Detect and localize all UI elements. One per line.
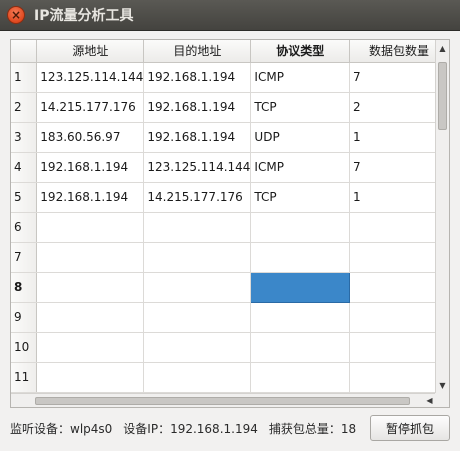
corner-header — [11, 40, 38, 63]
cell-destination[interactable] — [143, 362, 252, 393]
row-header[interactable]: 5 — [11, 182, 38, 213]
cell-source[interactable]: 192.168.1.194 — [36, 152, 145, 183]
horizontal-scroll-thumb[interactable] — [35, 397, 410, 405]
cell-source[interactable] — [36, 272, 145, 303]
table-row[interactable]: 7 — [11, 242, 449, 273]
table-row-current[interactable]: 8 — [11, 271, 449, 303]
pause-capture-button[interactable]: 暂停抓包 — [370, 415, 450, 441]
cell-source[interactable]: 192.168.1.194 — [36, 182, 145, 213]
cell-protocol[interactable]: UDP — [250, 122, 351, 153]
cell-destination[interactable] — [143, 302, 252, 333]
cell-destination[interactable] — [143, 332, 252, 363]
cell-destination[interactable]: 14.215.177.176 — [143, 182, 252, 213]
status-bar: 监听设备：wlp4s0 设备IP：192.168.1.194 捕获包总量：18 … — [10, 415, 450, 441]
cell-packet-count[interactable] — [349, 242, 449, 273]
table-row[interactable]: 10 — [11, 332, 449, 363]
cell-packet-count[interactable] — [349, 212, 449, 243]
table-row[interactable]: 9 — [11, 302, 449, 333]
row-header[interactable]: 4 — [11, 152, 38, 183]
horizontal-scrollbar[interactable]: ◀ ▶ — [11, 393, 449, 407]
cell-protocol[interactable] — [250, 332, 351, 363]
cell-protocol[interactable]: ICMP — [250, 152, 351, 183]
table-row[interactable]: 5 192.168.1.194 14.215.177.176 TCP 1 — [11, 182, 449, 213]
cell-source[interactable]: 123.125.114.144 — [36, 62, 145, 93]
cell-packet-count[interactable] — [349, 272, 449, 303]
vertical-scrollbar[interactable]: ▲ ▼ — [435, 40, 449, 394]
cell-source[interactable] — [36, 242, 145, 273]
row-header[interactable]: 1 — [11, 62, 38, 93]
column-header-protocol[interactable]: 协议类型 — [250, 40, 351, 63]
cell-packet-count[interactable]: 1 — [349, 122, 449, 153]
cell-protocol[interactable] — [250, 362, 351, 393]
cell-packet-count[interactable]: 7 — [349, 62, 449, 93]
cell-source[interactable] — [36, 362, 145, 393]
cell-destination[interactable] — [143, 242, 252, 273]
cell-packet-count[interactable]: 7 — [349, 152, 449, 183]
row-header[interactable]: 7 — [11, 242, 38, 273]
cell-destination[interactable]: 192.168.1.194 — [143, 62, 252, 93]
column-header-source[interactable]: 源地址 — [36, 40, 145, 63]
table-row[interactable]: 1 123.125.114.144 192.168.1.194 ICMP 7 — [11, 62, 449, 93]
cell-destination[interactable] — [143, 212, 252, 243]
cell-source[interactable] — [36, 302, 145, 333]
cell-protocol[interactable]: ICMP — [250, 62, 351, 93]
row-header[interactable]: 11 — [11, 362, 38, 393]
cell-packet-count[interactable]: 2 — [349, 92, 449, 123]
scrollbar-corner — [435, 393, 449, 407]
cell-packet-count[interactable] — [349, 332, 449, 363]
table-row[interactable]: 3 183.60.56.97 192.168.1.194 UDP 1 — [11, 122, 449, 153]
cell-protocol-selected[interactable] — [250, 271, 351, 303]
cell-source[interactable]: 14.215.177.176 — [36, 92, 145, 123]
window-title: IP流量分析工具 — [34, 8, 134, 24]
cell-protocol[interactable]: TCP — [250, 92, 351, 123]
total-packets-status: 捕获包总量：18 — [268, 421, 357, 436]
cell-protocol[interactable] — [250, 302, 351, 333]
column-header-packet-count[interactable]: 数据包数量 — [349, 40, 449, 63]
vertical-scroll-thumb[interactable] — [438, 62, 447, 130]
cell-protocol[interactable]: TCP — [250, 182, 351, 213]
table-row[interactable]: 4 192.168.1.194 123.125.114.144 ICMP 7 — [11, 152, 449, 183]
ip-status: 设备IP：192.168.1.194 — [123, 421, 258, 436]
traffic-table: 源地址 目的地址 协议类型 数据包数量 1 123.125.114.144 19… — [10, 39, 450, 408]
app-window: × IP流量分析工具 源地址 目的地址 协议类型 数据包数量 1 123.125… — [0, 0, 460, 451]
cell-packet-count[interactable] — [349, 362, 449, 393]
table-row[interactable]: 6 — [11, 212, 449, 243]
cell-destination[interactable]: 192.168.1.194 — [143, 122, 252, 153]
row-header[interactable]: 10 — [11, 332, 38, 363]
cell-protocol[interactable] — [250, 242, 351, 273]
table-row[interactable]: 11 — [11, 362, 449, 393]
row-header[interactable]: 8 — [11, 272, 38, 303]
traffic-grid: 源地址 目的地址 协议类型 数据包数量 1 123.125.114.144 19… — [11, 40, 449, 393]
row-header[interactable]: 6 — [11, 212, 38, 243]
arrow-down-icon[interactable]: ▼ — [436, 379, 449, 392]
cell-packet-count[interactable]: 1 — [349, 182, 449, 213]
cell-source[interactable]: 183.60.56.97 — [36, 122, 145, 153]
cell-packet-count[interactable] — [349, 302, 449, 333]
device-status: 监听设备：wlp4s0 — [10, 421, 113, 436]
cell-source[interactable] — [36, 212, 145, 243]
title-bar: × IP流量分析工具 — [0, 0, 460, 31]
cell-destination[interactable]: 123.125.114.144 — [143, 152, 252, 183]
cell-destination[interactable] — [143, 272, 252, 303]
cell-protocol[interactable] — [250, 212, 351, 243]
cell-destination[interactable]: 192.168.1.194 — [143, 92, 252, 123]
table-row[interactable]: 2 14.215.177.176 192.168.1.194 TCP 2 — [11, 92, 449, 123]
arrow-up-icon[interactable]: ▲ — [436, 42, 449, 55]
row-header[interactable]: 3 — [11, 122, 38, 153]
cell-source[interactable] — [36, 332, 145, 363]
column-header-destination[interactable]: 目的地址 — [143, 40, 252, 63]
row-header[interactable]: 9 — [11, 302, 38, 333]
close-icon[interactable]: × — [7, 6, 25, 24]
row-header[interactable]: 2 — [11, 92, 38, 123]
